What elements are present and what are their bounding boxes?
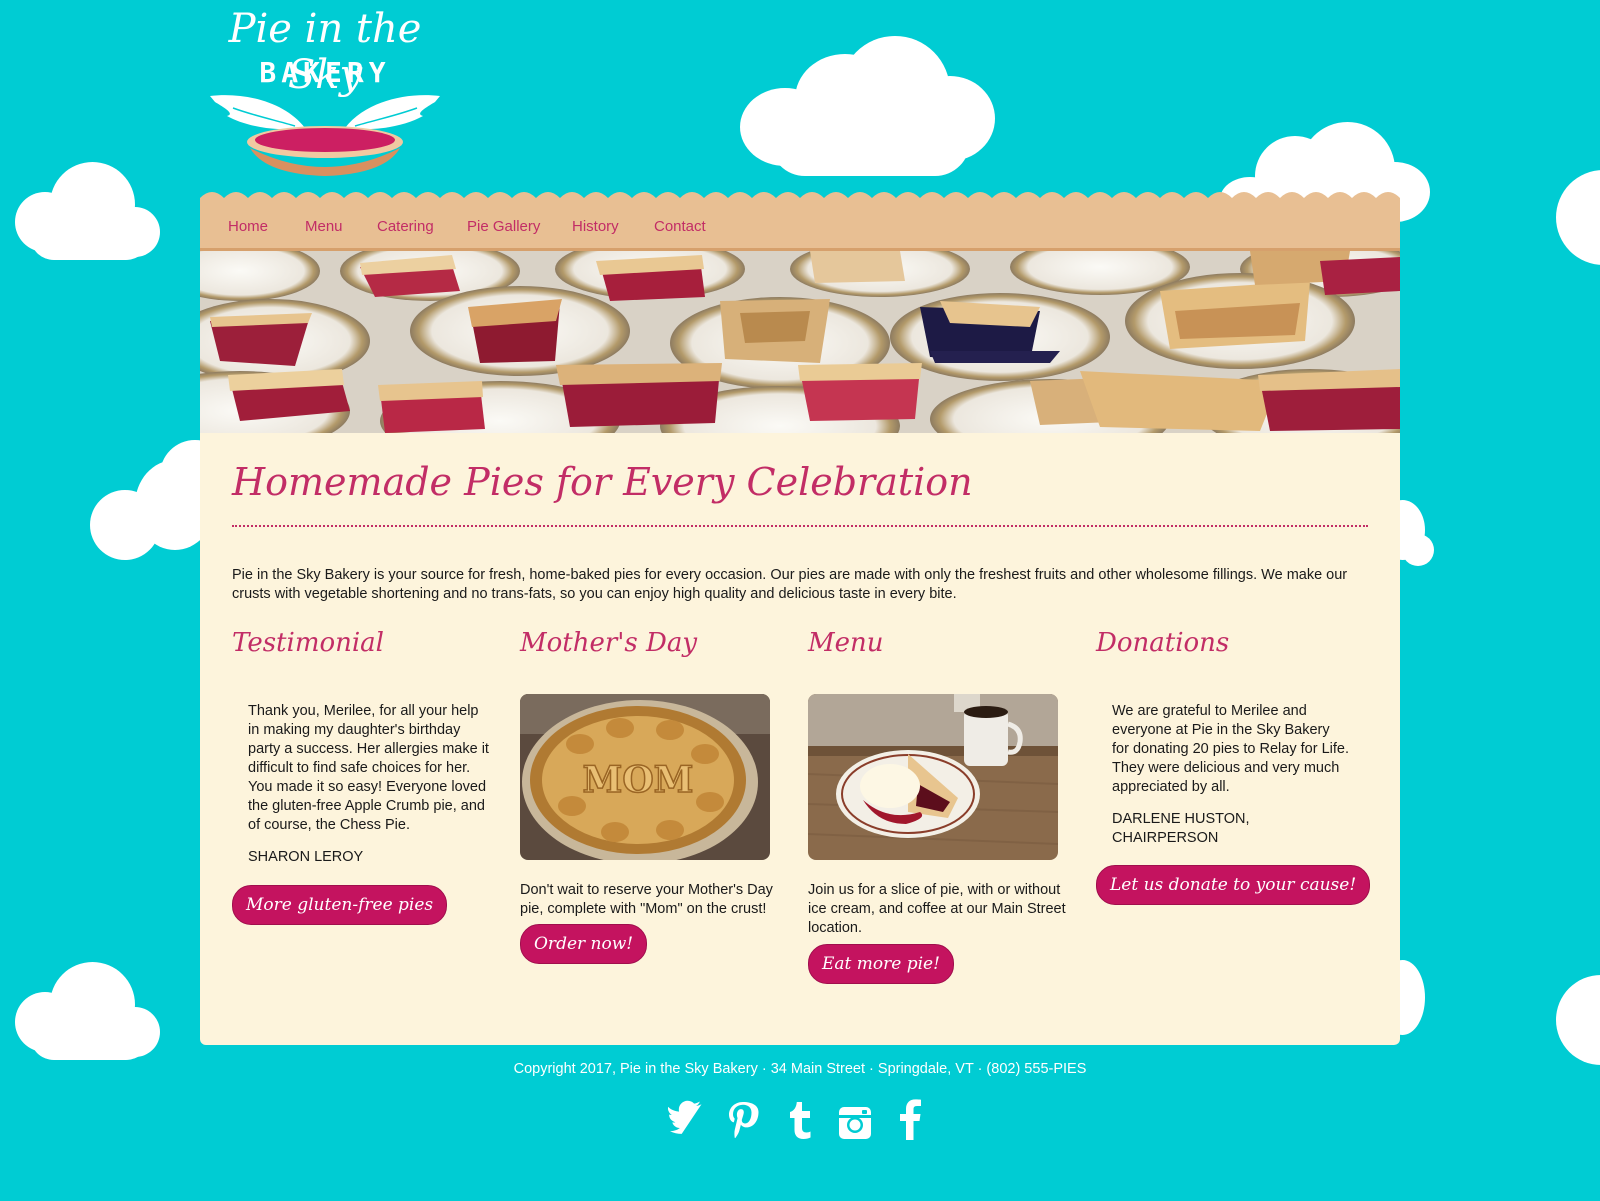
twitter-icon[interactable] [668,1100,706,1138]
mothers-day-heading: Mother's Day [520,628,698,658]
tumblr-icon[interactable] [786,1100,814,1140]
order-now-button[interactable]: Order now! [520,924,648,964]
menu-text: Join us for a slice of pie, with or with… [808,882,1066,936]
donations-author: DARLENE HUSTON, CHAIRPERSON [1112,811,1250,846]
footer-copyright: Copyright 2017, Pie in the Sky Bakery · … [513,1061,1087,1077]
nav-pie-gallery[interactable]: Pie Gallery [467,218,540,235]
title-divider [232,525,1368,527]
pinterest-icon[interactable] [726,1100,760,1140]
cloud-decoration [15,162,160,262]
cloud-decoration [90,440,230,580]
menu-heading: Menu [808,628,884,658]
testimonial-author: SHARON LEROY [248,849,364,865]
nav-history[interactable]: History [572,218,619,235]
mom-crust-text: MOM [582,759,693,801]
donate-to-your-cause-button[interactable]: Let us donate to your cause! [1096,865,1371,905]
eat-more-pie-button[interactable]: Eat more pie! [808,944,954,984]
cloud-decoration [1556,975,1600,1065]
intro-paragraph: Pie in the Sky Bakery is your source for… [232,567,1348,602]
donations-text: We are grateful to Merilee and everyone … [1112,703,1349,795]
logo-bakery-text: BAKERY [259,56,391,89]
instagram-icon[interactable] [838,1106,872,1140]
content-container: Home Menu Catering Pie Gallery History C… [200,192,1400,1045]
hero-pie-photo [200,251,1400,433]
nav-contact[interactable]: Contact [654,218,706,235]
nav-menu[interactable]: Menu [305,218,343,235]
cloud-decoration [740,36,1010,176]
page-title: Homemade Pies for Every Celebration [232,460,973,504]
main-navigation: Home Menu Catering Pie Gallery History C… [200,198,1400,251]
pie-and-coffee-photo [808,694,1058,860]
mothers-day-text: Don't wait to reserve your Mother's Day … [520,882,773,917]
testimonial-heading: Testimonial [232,628,385,658]
mom-pie-photo: MOM [520,694,770,860]
site-logo[interactable]: Pie in the Sky BAKERY [205,6,445,181]
facebook-icon[interactable] [898,1098,922,1140]
page: { "brand": { "logo_script": "Pie in the … [0,0,1600,1201]
testimonial-quote: Thank you, Merilee, for all your help in… [248,703,489,833]
cloud-decoration [15,962,160,1062]
nav-home[interactable]: Home [228,218,268,235]
winged-pie-icon [210,95,440,176]
donations-heading: Donations [1096,628,1230,658]
nav-catering[interactable]: Catering [377,218,434,235]
more-gluten-free-pies-button[interactable]: More gluten-free pies [232,885,448,925]
cloud-decoration [1556,170,1600,265]
